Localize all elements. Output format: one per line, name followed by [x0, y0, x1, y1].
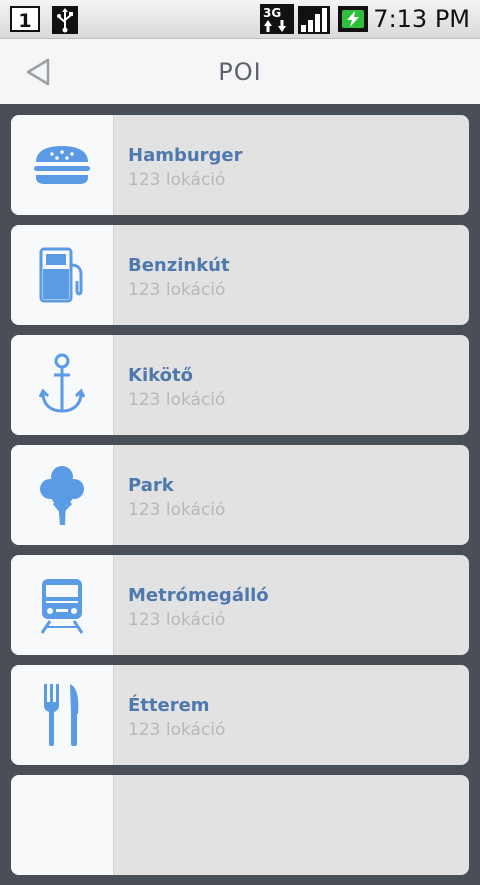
fork-knife-icon: [42, 682, 82, 748]
hamburger-icon: [32, 144, 92, 186]
svg-text:3G: 3G: [263, 6, 281, 20]
status-time: 7:13 PM: [373, 5, 470, 33]
list-item-count: 123 lokáció: [128, 170, 226, 190]
tree-icon: [38, 463, 86, 527]
list-item-label: Benzinkút: [128, 255, 230, 276]
list-item[interactable]: Hamburger 123 lokáció: [11, 115, 469, 215]
list-item-label: Hamburger: [128, 145, 243, 166]
page-title: POI: [218, 58, 262, 86]
list-item-count: 123 lokáció: [128, 280, 226, 300]
list-item-icon-cell: [11, 775, 114, 875]
list-item-icon-cell: [11, 555, 114, 655]
list-item[interactable]: Étterem 123 lokáció: [11, 665, 469, 765]
svg-text:1: 1: [18, 10, 31, 32]
list-item-icon-cell: [11, 115, 114, 215]
list-item-label: Park: [128, 475, 174, 496]
list-item-count: 123 lokáció: [128, 390, 226, 410]
signal-strength-icon: [298, 6, 330, 34]
metro-train-icon: [38, 575, 86, 635]
list-item[interactable]: Metrómegálló 123 lokáció: [11, 555, 469, 655]
list-item[interactable]: Kikötő 123 lokáció: [11, 335, 469, 435]
list-item-count: 123 lokáció: [128, 500, 226, 520]
usb-icon: [52, 6, 78, 34]
poi-list: Hamburger 123 lokáció Benzinkút 123 loká…: [11, 115, 469, 885]
list-item-count: 123 lokáció: [128, 610, 226, 630]
list-item-label: Étterem: [128, 695, 210, 716]
battery-charging-icon: [338, 6, 368, 32]
anchor-icon: [39, 353, 85, 417]
list-item-label: Kikötő: [128, 365, 193, 386]
list-item-partial[interactable]: [11, 775, 469, 875]
list-item-icon-cell: [11, 445, 114, 545]
list-item-icon-cell: [11, 665, 114, 765]
notification-count-icon: 1: [10, 6, 40, 32]
list-item-icon-cell: [11, 225, 114, 325]
gas-pump-icon: [37, 247, 87, 303]
list-item-label: Metrómegálló: [128, 585, 269, 606]
list-item-icon-cell: [11, 335, 114, 435]
title-bar: POI: [0, 39, 480, 104]
status-bar: 1 3G 7:13 PM: [0, 0, 480, 39]
list-item[interactable]: Park 123 lokáció: [11, 445, 469, 545]
list-item[interactable]: Benzinkút 123 lokáció: [11, 225, 469, 325]
network-3g-icon: 3G: [260, 4, 294, 34]
list-item-count: 123 lokáció: [128, 720, 226, 740]
